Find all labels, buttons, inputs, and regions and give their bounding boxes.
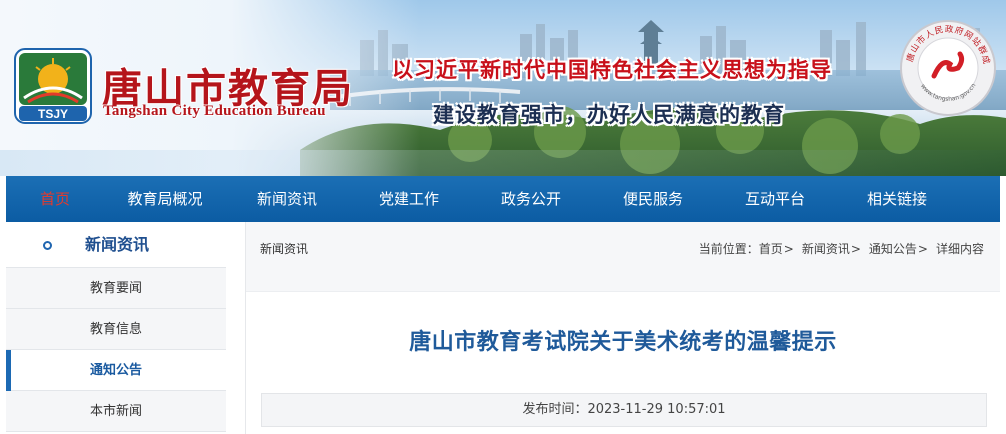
breadcrumb-news[interactable]: 新闻资讯 [802,222,850,276]
sidebar-item-city-news[interactable]: 本市新闻 [6,391,226,432]
publish-time: 2023-11-29 10:57:01 [587,402,726,417]
section-label: 新闻资讯 [260,242,309,256]
sidebar-item-education-info[interactable]: 教育信息 [6,309,226,350]
nav-related-links[interactable]: 相关链接 [836,176,958,222]
sidebar: 新闻资讯 教育要闻 教育信息 通知公告 本市新闻 [6,222,226,434]
main-navigation: 首页 教育局概况 新闻资讯 党建工作 政务公开 便民服务 互动平台 相关链接 [6,176,1000,222]
site-title-english: Tangshan City Education Bureau [103,103,326,119]
circle-bullet-icon [43,241,52,250]
logo-text: TSJY [38,107,68,121]
breadcrumb-bar: 新闻资讯 当前位置： 首页 > 新闻资讯 > 通知公告 > 详细内容 [246,222,1000,292]
header-banner: TSJY 唐山市教育局 Tangshan City Education Bure… [0,0,1006,176]
breadcrumb-home[interactable]: 首页 [759,222,783,276]
breadcrumb-current: 详细内容 [935,242,984,256]
gov-site-seal[interactable]: 唐山市人民政府网站群成员 www.tangshan.gov.cn [898,18,998,118]
breadcrumb-separator: > [783,242,794,256]
breadcrumb-separator: > [850,242,861,256]
slogan-primary: 以习近平新时代中国特色社会主义思想为指导 [392,58,832,82]
nav-public-services[interactable]: 便民服务 [592,176,714,222]
sidebar-heading-label: 新闻资讯 [85,235,150,254]
nav-bureau-overview[interactable]: 教育局概况 [104,176,226,222]
sidebar-item-education-news[interactable]: 教育要闻 [6,268,226,309]
breadcrumb-notices[interactable]: 通知公告 [869,222,917,276]
article-title: 唐山市教育考试院关于美术统考的温馨提示 [409,330,837,355]
tsjy-logo[interactable]: TSJY [14,48,92,124]
banner-strip [0,150,1006,176]
nav-interaction[interactable]: 互动平台 [714,176,836,222]
nav-news[interactable]: 新闻资讯 [226,176,348,222]
breadcrumb: 当前位置： 首页 > 新闻资讯 > 通知公告 > 详细内容 [699,222,984,276]
sidebar-item-notices[interactable]: 通知公告 [6,350,226,391]
nav-party-building[interactable]: 党建工作 [348,176,470,222]
nav-home[interactable]: 首页 [6,176,104,222]
article-meta: 发布时间：2023-11-29 10:57:01 [261,393,987,427]
publish-time-label: 发布时间： [522,402,588,417]
slogan-secondary: 建设教育强市，办好人民满意的教育 [433,103,785,127]
breadcrumb-separator: > [917,242,928,256]
nav-government-affairs[interactable]: 政务公开 [470,176,592,222]
sidebar-heading: 新闻资讯 [6,222,226,268]
breadcrumb-prefix: 当前位置： [698,242,759,256]
